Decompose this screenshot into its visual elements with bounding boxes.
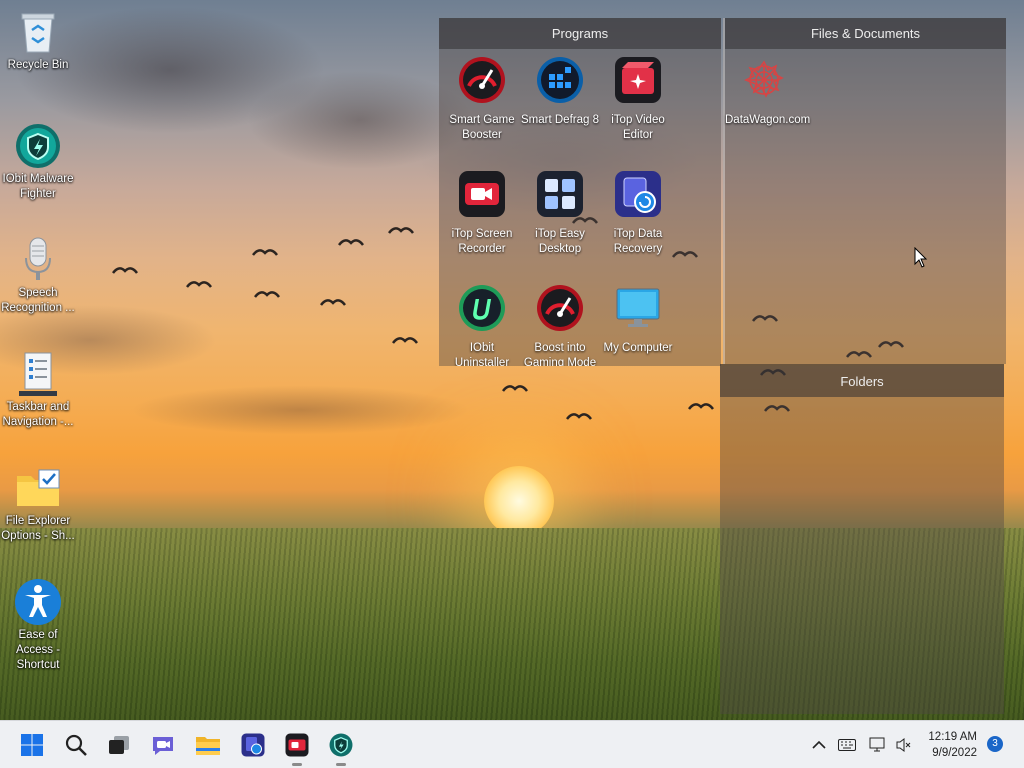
iobit-malware-fighter-icon — [329, 733, 353, 757]
bird-decoration — [252, 249, 278, 256]
desktop-icon-ease-of-access[interactable]: Ease of Access - Shortcut — [0, 578, 76, 673]
bird-decoration — [566, 413, 592, 420]
task-view-icon — [109, 736, 129, 754]
wallpaper-sun — [484, 466, 554, 536]
network-button[interactable] — [868, 735, 888, 755]
desktop-icon-recycle-bin[interactable]: Recycle Bin — [0, 8, 76, 73]
program-itop-screen-recorder[interactable]: iTop Screen Recorder — [443, 169, 521, 257]
folder-check-icon — [14, 464, 62, 512]
desktop-icon-label: Ease of Access - Shortcut — [15, 629, 61, 671]
program-label: Boost into Gaming Mode — [523, 342, 597, 366]
bird-decoration — [338, 239, 364, 246]
files-documents-fence[interactable]: Files & Documents DataWagon.com — [723, 18, 1006, 364]
programs-fence[interactable]: Programs Smart Game Booster Smart Defrag… — [439, 18, 721, 366]
desktop-icon-label: File Explorer Options - Sh... — [1, 515, 75, 542]
program-smart-game-booster[interactable]: Smart Game Booster — [443, 55, 521, 143]
speedometer-icon — [457, 55, 507, 105]
uninstaller-icon — [457, 283, 507, 333]
web-shortcut-icon — [739, 55, 789, 105]
bird-decoration — [320, 299, 346, 306]
program-label: Smart Game Booster — [449, 114, 515, 141]
desktop-icon-iobit-malware-fighter[interactable]: IObit Malware Fighter — [0, 122, 76, 202]
program-itop-data-recovery[interactable]: iTop Data Recovery — [599, 169, 677, 257]
bird-decoration — [392, 337, 418, 344]
screen-recorder-icon — [457, 169, 507, 219]
desktop-icon-speech-recognition[interactable]: Speech Recognition ... — [0, 236, 76, 316]
taskbar-clock[interactable]: 12:19 AM 9/9/2022 — [928, 729, 977, 761]
data-recovery-icon — [613, 169, 663, 219]
bird-decoration — [502, 385, 528, 392]
program-itop-easy-desktop[interactable]: iTop Easy Desktop — [521, 169, 599, 257]
programs-fence-title[interactable]: Programs — [439, 18, 721, 49]
desktop-icon-taskbar-navigation[interactable]: Taskbar and Navigation -... — [0, 350, 76, 430]
desktop-icon-label: Taskbar and Navigation -... — [2, 401, 74, 428]
search-icon — [65, 734, 87, 756]
keyboard-button[interactable] — [837, 735, 857, 755]
file-datawagon[interactable]: DataWagon.com — [725, 55, 811, 128]
taskbar: 12:19 AM 9/9/2022 3 — [0, 720, 1024, 768]
program-label: IObit Uninstaller — [454, 342, 510, 366]
search-button[interactable] — [59, 728, 93, 762]
itop-data-recovery-icon — [241, 733, 265, 757]
folders-fence[interactable]: Folders — [720, 364, 1004, 714]
clock-date: 9/9/2022 — [932, 747, 977, 759]
taskbar-iobit-malware-fighter[interactable] — [324, 728, 358, 766]
notification-badge[interactable]: 3 — [987, 736, 1003, 752]
bird-decoration — [388, 227, 414, 234]
itop-screen-recorder-icon — [285, 733, 309, 757]
recycle-bin-icon — [14, 8, 62, 56]
desktop-icon-label: Recycle Bin — [7, 59, 69, 71]
mouse-cursor-icon — [914, 247, 928, 268]
volume-muted-icon — [896, 738, 911, 752]
files-fence-title[interactable]: Files & Documents — [725, 18, 1006, 49]
defrag-icon — [535, 55, 585, 105]
chat-icon — [153, 737, 173, 755]
desktop-icon-label: IObit Malware Fighter — [2, 173, 74, 200]
program-label: iTop Easy Desktop — [535, 228, 585, 255]
bird-decoration — [186, 281, 212, 288]
taskbar-itop-data-recovery[interactable] — [236, 728, 270, 762]
keyboard-icon — [838, 739, 856, 751]
taskbar-itop-screen-recorder[interactable] — [280, 728, 314, 766]
chat-button[interactable] — [146, 728, 180, 762]
bird-decoration — [254, 291, 280, 298]
chevron-up-icon — [812, 740, 826, 749]
start-button[interactable] — [15, 728, 49, 762]
desktop-icon-file-explorer-options[interactable]: File Explorer Options - Sh... — [0, 464, 76, 544]
speedometer-icon — [535, 283, 585, 333]
desktop-icon-label: Speech Recognition ... — [1, 287, 75, 314]
program-itop-video-editor[interactable]: iTop Video Editor — [599, 55, 677, 143]
easy-desktop-icon — [535, 169, 585, 219]
folders-fence-title[interactable]: Folders — [720, 366, 1004, 397]
volume-button[interactable] — [894, 735, 914, 755]
desktop-wallpaper: Recycle Bin IObit Malware Fighter Speech… — [0, 0, 1024, 720]
file-explorer-button[interactable] — [191, 728, 225, 762]
file-label: DataWagon.com — [725, 114, 811, 126]
program-label: iTop Data Recovery — [613, 228, 663, 255]
program-label: iTop Screen Recorder — [451, 228, 513, 255]
show-hidden-icons-button[interactable] — [809, 735, 829, 755]
clock-time: 12:19 AM — [928, 731, 977, 743]
program-boost-gaming-mode[interactable]: Boost into Gaming Mode — [521, 283, 599, 366]
network-icon — [869, 737, 885, 752]
program-label: My Computer — [603, 342, 673, 354]
bird-decoration — [688, 403, 714, 410]
video-editor-icon — [613, 55, 663, 105]
bird-decoration — [112, 267, 138, 274]
program-my-computer[interactable]: My Computer — [599, 283, 677, 356]
program-smart-defrag[interactable]: Smart Defrag 8 — [521, 55, 599, 128]
microphone-icon — [14, 236, 62, 284]
task-view-button[interactable] — [102, 728, 136, 762]
iobit-malware-fighter-icon — [14, 122, 62, 170]
program-label: iTop Video Editor — [611, 114, 665, 141]
taskbar-settings-icon — [14, 350, 62, 398]
program-iobit-uninstaller[interactable]: IObit Uninstaller — [443, 283, 521, 366]
accessibility-icon — [14, 578, 62, 626]
start-icon — [21, 734, 43, 756]
program-label: Smart Defrag 8 — [521, 114, 599, 126]
file-explorer-icon — [196, 737, 220, 755]
monitor-icon — [613, 283, 663, 333]
